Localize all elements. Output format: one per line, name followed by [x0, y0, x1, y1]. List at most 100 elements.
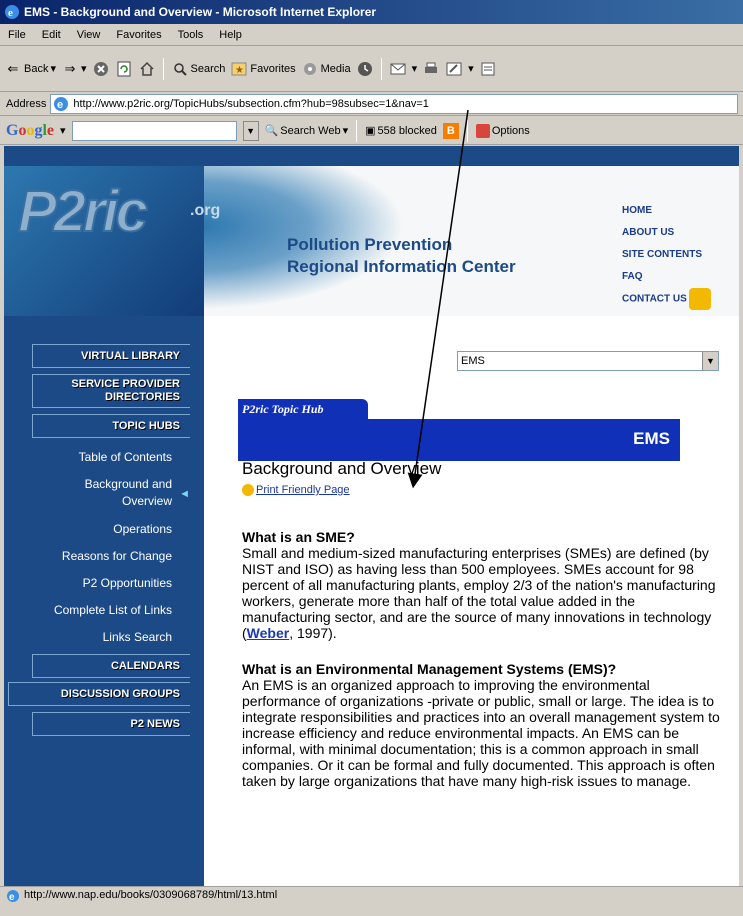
address-label: Address	[6, 97, 47, 110]
chevron-down-icon: ▾	[342, 125, 349, 137]
phone-icon	[688, 288, 711, 310]
chevron-down-icon: ▾	[50, 63, 56, 75]
media-button[interactable]: Media	[301, 60, 351, 78]
mail-icon[interactable]	[389, 60, 407, 78]
chevron-down-icon[interactable]: ▾	[412, 62, 418, 75]
sidebar-link-background-overview[interactable]: Background and Overview	[85, 476, 191, 510]
media-icon	[301, 60, 319, 78]
discuss-icon[interactable]	[479, 60, 497, 78]
print-icon[interactable]	[422, 60, 440, 78]
ie-page-icon: e	[6, 889, 20, 906]
forward-button[interactable]: ⇒ ▾	[61, 60, 87, 78]
binoculars-icon: 🔍	[264, 125, 279, 137]
nav-about-us[interactable]: ABOUT US	[622, 222, 711, 244]
sidebar-service-provider-directories[interactable]: SERVICE PROVIDER DIRECTORIES	[32, 374, 190, 408]
blogger-icon[interactable]: B	[442, 122, 459, 139]
sidebar-p2-news[interactable]: P2 NEWS	[32, 712, 190, 736]
window-title: EMS - Background and Overview - Microsof…	[24, 5, 377, 19]
chevron-down-icon[interactable]: ▾	[60, 124, 66, 137]
back-arrow-icon: ⇐	[7, 60, 19, 76]
google-logo[interactable]: Google	[6, 122, 54, 140]
ie-icon: e	[4, 4, 20, 20]
svg-text:★: ★	[235, 65, 244, 76]
status-text: http://www.nap.edu/books/0309068789/html…	[24, 889, 278, 901]
stop-icon[interactable]	[92, 60, 110, 78]
organization-name: Pollution Prevention Regional Informatio…	[287, 235, 516, 276]
topic-hub-select[interactable]: EMS ▼	[457, 351, 719, 371]
address-bar: Address e http://www.p2ric.org/TopicHubs…	[0, 92, 743, 116]
window-title-bar[interactable]: e EMS - Background and Overview - Micros…	[0, 0, 743, 24]
section-heading: What is an SME?	[242, 529, 355, 545]
menu-edit[interactable]: Edit	[42, 29, 61, 41]
toolbar-separator	[162, 57, 164, 80]
popup-blocker-button[interactable]: ▣ 558 blocked	[365, 124, 437, 138]
options-icon	[475, 123, 490, 138]
search-web-button[interactable]: 🔍 Search Web ▾	[264, 124, 349, 138]
section-heading: What is an Environmental Management Syst…	[242, 661, 617, 677]
nav-contact-us[interactable]: CONTACT US	[622, 288, 711, 311]
search-button[interactable]: Search	[171, 60, 225, 78]
sidebar-discussion-groups[interactable]: DISCUSSION GROUPS	[8, 682, 190, 706]
print-friendly-row: Print Friendly Page	[242, 484, 350, 497]
chevron-down-icon[interactable]: ▾	[468, 62, 474, 75]
browser-viewport: P2ric .org Pollution Prevention Regional…	[4, 146, 739, 886]
hub-title: EMS	[633, 429, 670, 448]
section-paragraph: Small and medium-sized manufacturing ent…	[242, 545, 716, 641]
page-title: Background and Overview	[242, 459, 442, 478]
chevron-down-icon: ▼	[702, 352, 718, 370]
toolbar-separator	[380, 57, 382, 80]
logo-org-suffix: .org	[190, 202, 221, 219]
status-bar: e http://www.nap.edu/books/0309068789/ht…	[0, 886, 743, 916]
svg-text:e: e	[9, 892, 15, 903]
sidebar-link-table-of-contents[interactable]: Table of Contents	[79, 450, 172, 464]
smiley-icon	[242, 484, 254, 497]
sidebar-virtual-library[interactable]: VIRTUAL LIBRARY	[32, 344, 190, 368]
article-body: What is an SME? Small and medium-sized m…	[242, 529, 722, 809]
weber-link[interactable]: Weber	[247, 625, 290, 641]
history-icon[interactable]	[356, 60, 374, 78]
back-button[interactable]: ⇐ Back ▾	[4, 60, 56, 78]
sidebar-link-p2-opportunities[interactable]: P2 Opportunities	[83, 576, 172, 590]
toolbar-separator	[466, 119, 468, 142]
sidebar-link-links-search[interactable]: Links Search	[103, 630, 172, 644]
topic-hub-banner: EMS	[238, 419, 680, 461]
topic-hub-tab: P2ric Topic Hub	[238, 399, 368, 419]
sidebar: VIRTUAL LIBRARY SERVICE PROVIDER DIRECTO…	[4, 316, 204, 886]
toolbar-separator	[356, 119, 358, 142]
nav-faq[interactable]: FAQ	[622, 266, 711, 288]
home-icon[interactable]	[138, 60, 156, 78]
search-icon	[171, 60, 189, 78]
sidebar-link-complete-list[interactable]: Complete List of Links	[54, 603, 172, 617]
options-button[interactable]: Options	[475, 123, 530, 138]
chevron-down-icon: ▾	[81, 63, 87, 75]
p2ric-logo[interactable]: P2ric	[17, 178, 183, 270]
menu-help[interactable]: Help	[219, 29, 242, 41]
menu-tools[interactable]: Tools	[178, 29, 204, 41]
sidebar-calendars[interactable]: CALENDARS	[32, 654, 190, 678]
refresh-icon[interactable]	[115, 60, 133, 78]
sidebar-link-reasons-for-change[interactable]: Reasons for Change	[62, 549, 172, 563]
section-paragraph: An EMS is an organized approach to impro…	[242, 677, 720, 789]
main-content: EMS ▼ P2ric Topic Hub EMS Background and…	[204, 316, 739, 886]
popup-blocker-icon: ▣	[365, 125, 376, 137]
google-toolbar: Google ▾ ▼ 🔍 Search Web ▾ ▣ 558 blocked …	[0, 117, 743, 145]
sidebar-link-operations[interactable]: Operations	[113, 522, 172, 536]
print-friendly-link[interactable]: Print Friendly Page	[256, 484, 350, 496]
nav-site-contents[interactable]: SITE CONTENTS	[622, 244, 711, 266]
nav-home[interactable]: HOME	[622, 200, 711, 222]
favorites-star-icon: ★	[230, 60, 248, 78]
google-search-dropdown[interactable]: ▼	[242, 120, 259, 141]
google-search-input[interactable]	[71, 120, 237, 141]
menu-favorites[interactable]: Favorites	[116, 29, 161, 41]
svg-text:e: e	[8, 7, 13, 19]
menu-file[interactable]: File	[8, 29, 26, 41]
svg-text:e: e	[57, 99, 63, 111]
favorites-button[interactable]: ★ Favorites	[230, 60, 296, 78]
menu-view[interactable]: View	[77, 29, 101, 41]
edit-icon[interactable]	[445, 60, 463, 78]
address-url: http://www.p2ric.org/TopicHubs/subsectio…	[73, 97, 429, 110]
site-header: P2ric .org Pollution Prevention Regional…	[4, 146, 739, 316]
address-input[interactable]: e http://www.p2ric.org/TopicHubs/subsect…	[50, 93, 739, 114]
standard-toolbar: ⇐ Back ▾ ⇒ ▾ Search ★ Favorites Media ▾ …	[0, 46, 743, 92]
sidebar-topic-hubs[interactable]: TOPIC HUBS	[32, 414, 190, 438]
